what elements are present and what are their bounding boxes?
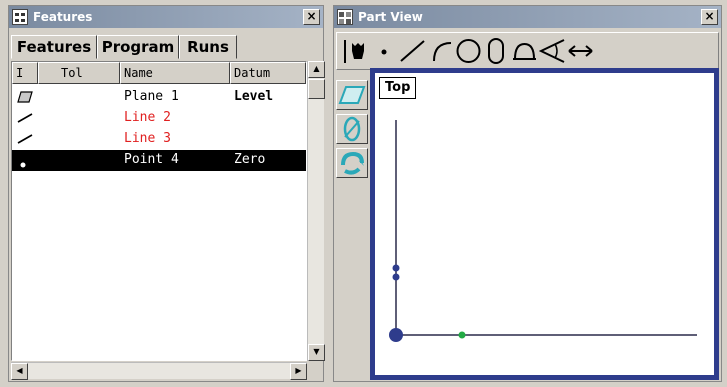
table-row[interactable]: Line 2 (12, 108, 306, 129)
rotate-view-icon[interactable] (336, 148, 368, 178)
measured-point (392, 273, 400, 281)
circle-icon[interactable] (455, 37, 482, 65)
part-view-title: Part View (358, 10, 423, 24)
part-view-window-icon (337, 9, 353, 25)
tab-features[interactable]: Features (11, 35, 97, 59)
angle-icon[interactable] (538, 37, 566, 65)
column-header-name[interactable]: Name (120, 62, 230, 84)
scroll-right-button[interactable]: ▶ (290, 363, 307, 380)
part-view-window: Part View × Top (333, 5, 722, 382)
line-icon (17, 111, 33, 129)
scroll-up-button[interactable]: ▲ (308, 61, 325, 78)
distance-icon[interactable] (567, 37, 594, 65)
origin-point (389, 328, 403, 342)
arc-icon[interactable] (427, 37, 454, 65)
column-header-tol[interactable]: Tol (38, 62, 120, 84)
view-sidebar (336, 74, 369, 379)
row-name: Plane 1 (124, 89, 179, 104)
part-view-close-button[interactable]: × (701, 9, 718, 25)
features-window: Features × Features Program Runs I Tol N… (8, 5, 325, 382)
tab-runs[interactable]: Runs (179, 35, 237, 59)
plane-icon (17, 90, 33, 108)
features-window-icon (12, 9, 28, 25)
column-header-index[interactable]: I (12, 62, 38, 84)
slot-icon[interactable] (483, 37, 510, 65)
scroll-down-button[interactable]: ▼ (308, 344, 325, 361)
point-icon[interactable] (371, 37, 398, 65)
measure-toolbar (336, 32, 719, 70)
row-name: Point 4 (124, 152, 179, 167)
plane-view-icon[interactable] (336, 80, 368, 110)
table-row-selected[interactable]: Point 4 Zero (12, 150, 306, 171)
features-horizontal-scrollbar[interactable]: ◀ ▶ (11, 362, 307, 380)
row-name: Line 3 (124, 131, 171, 146)
row-datum: Level (234, 89, 274, 104)
arc-segment-icon[interactable] (511, 37, 538, 65)
scroll-left-button[interactable]: ◀ (11, 363, 28, 380)
circle-view-icon[interactable] (336, 114, 368, 144)
table-row[interactable]: Plane 1 Level (12, 87, 306, 108)
row-datum: Zero (234, 152, 266, 167)
scroll-thumb[interactable] (308, 79, 325, 99)
probe-icon[interactable] (343, 37, 370, 65)
features-vertical-scrollbar[interactable]: ▲ ▼ (307, 61, 325, 361)
column-header-datum[interactable]: Datum (230, 62, 306, 84)
part-drawing (389, 120, 697, 342)
tab-program[interactable]: Program (97, 35, 179, 59)
line-icon (17, 132, 33, 150)
features-table: I Tol Name Datum Plane 1 Level Line 2 Li… (11, 61, 307, 361)
line-icon[interactable] (399, 37, 426, 65)
features-close-button[interactable]: × (303, 9, 320, 25)
table-row[interactable]: Line 3 (12, 129, 306, 150)
part-view-title-bar[interactable]: Part View × (334, 6, 721, 28)
features-title: Features (33, 10, 93, 24)
origin-marker (458, 331, 466, 339)
point-icon (20, 157, 26, 172)
part-view-canvas[interactable]: Top (370, 68, 719, 380)
features-title-bar[interactable]: Features × (9, 6, 323, 28)
measured-point (392, 264, 400, 272)
row-name: Line 2 (124, 110, 171, 125)
